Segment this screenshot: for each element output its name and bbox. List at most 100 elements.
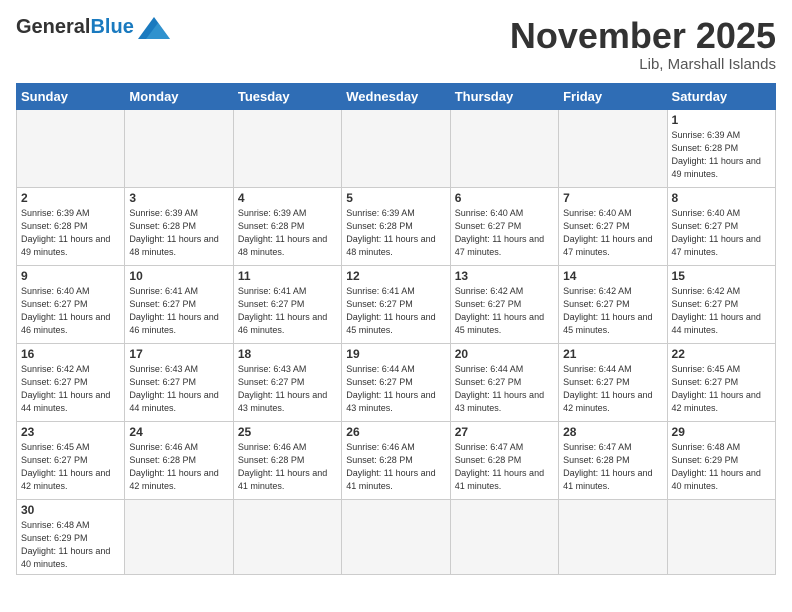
cell-info: Sunrise: 6:44 AM Sunset: 6:27 PM Dayligh… <box>455 363 554 415</box>
calendar-cell <box>559 109 667 187</box>
header-row: SundayMondayTuesdayWednesdayThursdayFrid… <box>17 83 776 109</box>
day-number: 12 <box>346 269 445 283</box>
day-number: 2 <box>21 191 120 205</box>
cell-info: Sunrise: 6:41 AM Sunset: 6:27 PM Dayligh… <box>346 285 445 337</box>
cell-info: Sunrise: 6:42 AM Sunset: 6:27 PM Dayligh… <box>563 285 662 337</box>
header-wednesday: Wednesday <box>342 83 450 109</box>
location: Lib, Marshall Islands <box>510 56 776 73</box>
day-number: 25 <box>238 425 337 439</box>
day-number: 27 <box>455 425 554 439</box>
calendar-cell: 12 Sunrise: 6:41 AM Sunset: 6:27 PM Dayli… <box>342 265 450 343</box>
day-number: 26 <box>346 425 445 439</box>
calendar-cell: 14 Sunrise: 6:42 AM Sunset: 6:27 PM Dayli… <box>559 265 667 343</box>
calendar-cell: 3Sunrise: 6:39 AM Sunset: 6:28 PM Daylig… <box>125 187 233 265</box>
cell-info: Sunrise: 6:41 AM Sunset: 6:27 PM Dayligh… <box>238 285 337 337</box>
calendar-cell: 22Sunrise: 6:45 AM Sunset: 6:27 PM Dayli… <box>667 343 775 421</box>
day-number: 22 <box>672 347 771 361</box>
logo: GeneralBlue <box>16 16 170 39</box>
day-number: 15 <box>672 269 771 283</box>
cell-info: Sunrise: 6:42 AM Sunset: 6:27 PM Dayligh… <box>672 285 771 337</box>
cell-info: Sunrise: 6:39 AM Sunset: 6:28 PM Dayligh… <box>21 207 120 259</box>
calendar-cell <box>559 499 667 574</box>
calendar-cell <box>342 109 450 187</box>
calendar-cell: 5 Sunrise: 6:39 AM Sunset: 6:28 PM Daylig… <box>342 187 450 265</box>
cell-info: Sunrise: 6:46 AM Sunset: 6:28 PM Dayligh… <box>238 441 337 493</box>
header-tuesday: Tuesday <box>233 83 341 109</box>
day-number: 29 <box>672 425 771 439</box>
day-number: 28 <box>563 425 662 439</box>
cell-info: Sunrise: 6:47 AM Sunset: 6:28 PM Dayligh… <box>563 441 662 493</box>
day-number: 7 <box>563 191 662 205</box>
header-friday: Friday <box>559 83 667 109</box>
cell-info: Sunrise: 6:48 AM Sunset: 6:29 PM Dayligh… <box>21 519 120 571</box>
calendar-cell: 21 Sunrise: 6:44 AM Sunset: 6:27 PM Dayli… <box>559 343 667 421</box>
month-title: November 2025 <box>510 16 776 56</box>
day-number: 20 <box>455 347 554 361</box>
cell-info: Sunrise: 6:46 AM Sunset: 6:28 PM Dayligh… <box>129 441 228 493</box>
cell-info: Sunrise: 6:40 AM Sunset: 6:27 PM Dayligh… <box>672 207 771 259</box>
logo-icon <box>138 17 170 39</box>
cell-info: Sunrise: 6:44 AM Sunset: 6:27 PM Dayligh… <box>346 363 445 415</box>
day-number: 14 <box>563 269 662 283</box>
calendar-table: SundayMondayTuesdayWednesdayThursdayFrid… <box>16 83 776 575</box>
week-row-0: 1Sunrise: 6:39 AM Sunset: 6:28 PM Daylig… <box>17 109 776 187</box>
page-header: GeneralBlue November 2025 Lib, Marshall … <box>16 16 776 73</box>
calendar-cell <box>450 499 558 574</box>
week-row-3: 16Sunrise: 6:42 AM Sunset: 6:27 PM Dayli… <box>17 343 776 421</box>
cell-info: Sunrise: 6:40 AM Sunset: 6:27 PM Dayligh… <box>563 207 662 259</box>
calendar-cell <box>17 109 125 187</box>
calendar-cell <box>125 499 233 574</box>
day-number: 23 <box>21 425 120 439</box>
calendar-cell <box>125 109 233 187</box>
cell-info: Sunrise: 6:39 AM Sunset: 6:28 PM Dayligh… <box>238 207 337 259</box>
week-row-2: 9 Sunrise: 6:40 AM Sunset: 6:27 PM Daylig… <box>17 265 776 343</box>
calendar-cell: 10Sunrise: 6:41 AM Sunset: 6:27 PM Dayli… <box>125 265 233 343</box>
day-number: 4 <box>238 191 337 205</box>
cell-info: Sunrise: 6:46 AM Sunset: 6:28 PM Dayligh… <box>346 441 445 493</box>
cell-info: Sunrise: 6:40 AM Sunset: 6:27 PM Dayligh… <box>455 207 554 259</box>
calendar-cell: 28 Sunrise: 6:47 AM Sunset: 6:28 PM Dayli… <box>559 421 667 499</box>
cell-info: Sunrise: 6:42 AM Sunset: 6:27 PM Dayligh… <box>21 363 120 415</box>
day-number: 17 <box>129 347 228 361</box>
header-sunday: Sunday <box>17 83 125 109</box>
calendar-cell <box>342 499 450 574</box>
day-number: 3 <box>129 191 228 205</box>
calendar-cell <box>667 499 775 574</box>
calendar-cell <box>233 109 341 187</box>
cell-info: Sunrise: 6:40 AM Sunset: 6:27 PM Dayligh… <box>21 285 120 337</box>
day-number: 10 <box>129 269 228 283</box>
calendar-cell: 20 Sunrise: 6:44 AM Sunset: 6:27 PM Dayli… <box>450 343 558 421</box>
calendar-cell: 23 Sunrise: 6:45 AM Sunset: 6:27 PM Dayli… <box>17 421 125 499</box>
calendar-cell <box>450 109 558 187</box>
day-number: 18 <box>238 347 337 361</box>
calendar-cell: 16Sunrise: 6:42 AM Sunset: 6:27 PM Dayli… <box>17 343 125 421</box>
calendar-cell: 15 Sunrise: 6:42 AM Sunset: 6:27 PM Dayli… <box>667 265 775 343</box>
calendar-cell: 11Sunrise: 6:41 AM Sunset: 6:27 PM Dayli… <box>233 265 341 343</box>
cell-info: Sunrise: 6:39 AM Sunset: 6:28 PM Dayligh… <box>346 207 445 259</box>
week-row-4: 23 Sunrise: 6:45 AM Sunset: 6:27 PM Dayli… <box>17 421 776 499</box>
calendar-cell: 13 Sunrise: 6:42 AM Sunset: 6:27 PM Dayli… <box>450 265 558 343</box>
calendar-cell: 19 Sunrise: 6:44 AM Sunset: 6:27 PM Dayli… <box>342 343 450 421</box>
calendar-cell: 29Sunrise: 6:48 AM Sunset: 6:29 PM Dayli… <box>667 421 775 499</box>
header-monday: Monday <box>125 83 233 109</box>
calendar-cell: 25 Sunrise: 6:46 AM Sunset: 6:28 PM Dayli… <box>233 421 341 499</box>
day-number: 19 <box>346 347 445 361</box>
cell-info: Sunrise: 6:44 AM Sunset: 6:27 PM Dayligh… <box>563 363 662 415</box>
day-number: 9 <box>21 269 120 283</box>
cell-info: Sunrise: 6:39 AM Sunset: 6:28 PM Dayligh… <box>672 129 771 181</box>
calendar-cell: 7 Sunrise: 6:40 AM Sunset: 6:27 PM Daylig… <box>559 187 667 265</box>
calendar-cell: 26 Sunrise: 6:46 AM Sunset: 6:28 PM Dayli… <box>342 421 450 499</box>
cell-info: Sunrise: 6:45 AM Sunset: 6:27 PM Dayligh… <box>21 441 120 493</box>
day-number: 5 <box>346 191 445 205</box>
calendar-cell: 17Sunrise: 6:43 AM Sunset: 6:27 PM Dayli… <box>125 343 233 421</box>
cell-info: Sunrise: 6:42 AM Sunset: 6:27 PM Dayligh… <box>455 285 554 337</box>
cell-info: Sunrise: 6:43 AM Sunset: 6:27 PM Dayligh… <box>238 363 337 415</box>
day-number: 30 <box>21 503 120 517</box>
day-number: 13 <box>455 269 554 283</box>
header-saturday: Saturday <box>667 83 775 109</box>
calendar-cell: 8Sunrise: 6:40 AM Sunset: 6:27 PM Daylig… <box>667 187 775 265</box>
week-row-1: 2 Sunrise: 6:39 AM Sunset: 6:28 PM Daylig… <box>17 187 776 265</box>
day-number: 21 <box>563 347 662 361</box>
week-row-5: 30 Sunrise: 6:48 AM Sunset: 6:29 PM Dayli… <box>17 499 776 574</box>
cell-info: Sunrise: 6:47 AM Sunset: 6:28 PM Dayligh… <box>455 441 554 493</box>
